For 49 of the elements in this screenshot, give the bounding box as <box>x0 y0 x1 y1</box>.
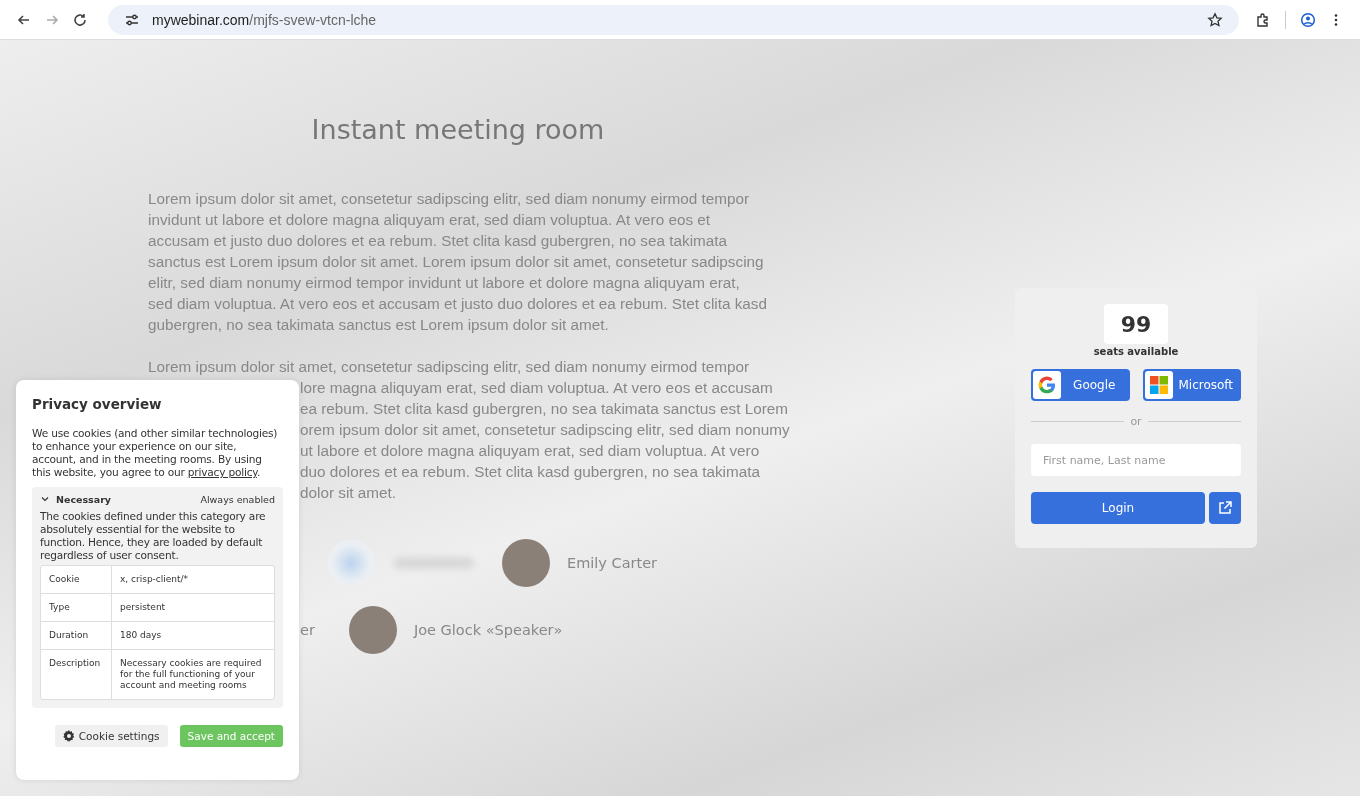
category-description: The cookies defined under this category are absolutely essential for the website to function. Hence, they are loaded by default regardless of user consent. <box>40 510 267 562</box>
category-name[interactable]: Necessary <box>56 493 112 505</box>
paragraph-line: ut labore et dolore magna aliquyam erat, sed diam voluptua. At vero <box>300 441 760 461</box>
chevron-icon[interactable] <box>40 494 50 504</box>
or-divider-label: or <box>1130 415 1142 428</box>
cookie-settings-button[interactable]: Cookie settings <box>54 725 168 747</box>
paragraph-line: lore magna aliquyam erat, sed diam voluptua. At vero eos et accusam <box>300 378 773 398</box>
seats-label: seats available <box>1093 346 1179 357</box>
paragraph-line: dolor sit amet. <box>300 483 397 503</box>
paragraph-line: duo dolores et ea rebum. Stet clita kasd gubergren, no sea takimata <box>300 462 761 482</box>
dialog-title: Privacy overview <box>32 396 163 412</box>
photo-placeholder <box>502 539 550 587</box>
paragraph-line: ea rebum. Stet clita kasd gubergren, no sea takimata sanctus est Lorem <box>300 399 789 419</box>
address-bar[interactable]: mywebinar.com/mjfs-svew-vtcn-lche <box>108 4 1239 35</box>
name-input[interactable]: First name, Last name <box>1031 444 1241 476</box>
login-button[interactable]: Login <box>1031 492 1205 524</box>
paragraph-line: orem ipsum dolor sit amet, consetetur sadipscing elitr, sed diam nonumy <box>300 420 790 440</box>
external-link-icon <box>1217 500 1233 516</box>
table-cell-text: x, crisp-client/* <box>119 573 190 586</box>
speaker-name: Emily Carter <box>567 555 658 571</box>
extensions-icon[interactable] <box>1255 11 1271 28</box>
category-status: Always enabled <box>200 493 275 505</box>
photo-placeholder <box>348 606 397 654</box>
google-button[interactable]: Google <box>1031 369 1130 401</box>
url-text: mywebinar.com/mjfs-svew-vtcn-lche <box>152 11 378 28</box>
table-cell: Description <box>41 650 112 699</box>
gear-icon <box>62 730 75 742</box>
privacy-text: We use cookies (and other similar technologies) to enhance your experience on our site, account, and in the meeting rooms. By using this website, you agree to our privacy policy. <box>32 427 279 479</box>
blurred-avatar <box>328 540 374 586</box>
reload-icon[interactable] <box>72 11 88 28</box>
paragraph-line: Lorem ipsum dolor sit amet, consetetur sadipscing elitr, sed diam nonumy eirmod tempor <box>148 357 750 377</box>
microsoft-button[interactable]: Microsoft <box>1142 369 1241 401</box>
microsoft-logo-icon <box>1149 376 1168 394</box>
google-logo-icon <box>1037 375 1057 395</box>
table-cell: Duration <box>41 622 112 649</box>
star-icon[interactable] <box>1207 11 1223 28</box>
intro-paragraph: Lorem ipsum dolor sit amet, consetetur sadipscing elitr, sed diam nonumy eirmod tempor invidunt ut labore et dolore magna aliquyam erat, sed diam voluptua. At vero eos et accusam et justo duo dolores et ea rebum. Stet clita kasd gubergren, no sea takimata sanctus est Lorem ipsum dolor sit amet. Lorem ipsum dolor sit amet, consetetur sadipscing elitr, sed diam nonumy eirmod tempor invidunt ut labore et dolore magna aliquyam erat, sed diam voluptua. At vero eos et accusam et justo duo dolores et ea rebum. Stet clita kasd gubergren, no sea takimata sanctus est Lorem ipsum dolor sit amet. <box>148 189 768 335</box>
table-cell: Cookie <box>41 566 112 593</box>
speaker-name: Joe Glock «Speaker» <box>413 622 563 638</box>
table-cell-text: persistent <box>119 601 167 614</box>
speaker-name: er <box>300 622 315 638</box>
table-cell: Type <box>41 594 112 621</box>
seat-count: 99 <box>1104 304 1168 344</box>
open-external-button[interactable] <box>1209 492 1241 524</box>
table-cell-text: 180 days <box>119 629 163 642</box>
privacy-policy-link[interactable]: privacy policy <box>187 466 257 478</box>
profile-icon[interactable] <box>1300 11 1316 28</box>
page-title: Instant meeting room <box>310 114 606 147</box>
table-cell-text: Necessary cookies are required for the full functioning of your account and meeting rooms <box>119 657 263 692</box>
